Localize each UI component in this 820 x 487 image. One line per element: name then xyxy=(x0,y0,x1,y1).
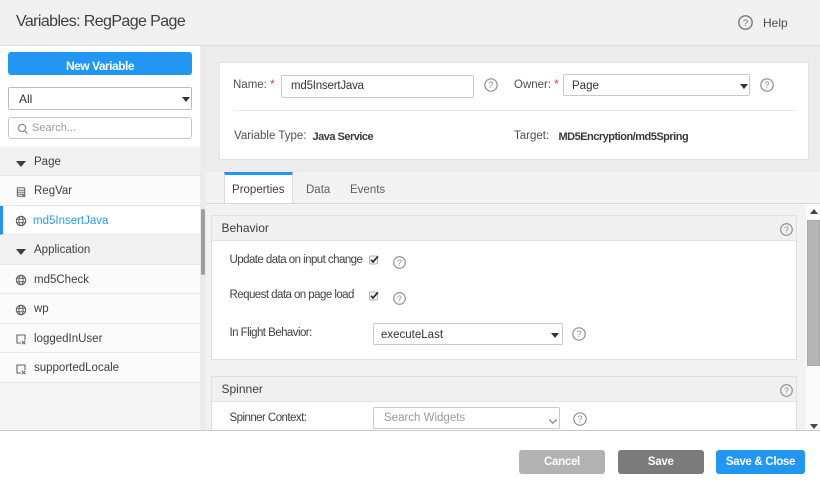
svg-text:?: ? xyxy=(576,329,581,339)
svg-text:?: ? xyxy=(784,225,789,235)
svg-text:?: ? xyxy=(577,414,582,424)
svg-text:?: ? xyxy=(397,257,402,267)
svg-text:?: ? xyxy=(784,386,789,396)
svg-text:?: ? xyxy=(397,293,402,303)
svg-text:?: ? xyxy=(764,80,769,90)
svg-text:?: ? xyxy=(743,18,748,29)
svg-text:?: ? xyxy=(488,80,493,90)
